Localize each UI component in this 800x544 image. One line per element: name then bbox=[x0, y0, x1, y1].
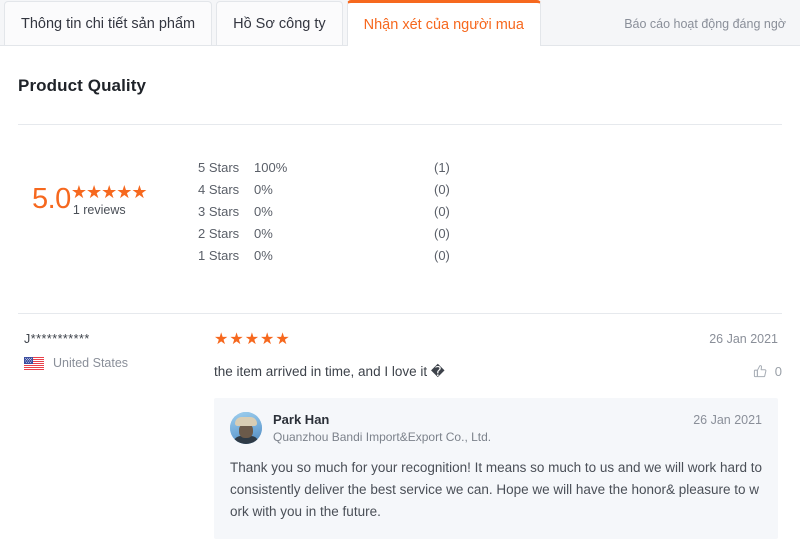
review-body: ★★★★★ 26 Jan 2021 the item arrived in ti… bbox=[214, 332, 782, 539]
us-flag-icon bbox=[24, 356, 44, 370]
overall-stars-icon: ★★★★★ bbox=[70, 182, 148, 202]
review-text: the item arrived in time, and I love it … bbox=[214, 364, 445, 379]
tab-product-details[interactable]: Thông tin chi tiết sản phẩm bbox=[4, 1, 213, 45]
tab-label: Hồ Sơ công ty bbox=[233, 15, 326, 32]
rating-stars-label: 2 Stars bbox=[198, 226, 240, 241]
rating-stars-label: 5 Stars bbox=[198, 160, 240, 175]
buyer-reviews-page: Thông tin chi tiết sản phẩm Hồ Sơ công t… bbox=[0, 0, 800, 544]
tab-buyer-reviews[interactable]: Nhận xét của người mua bbox=[346, 0, 541, 46]
score-row: 5.0 ★★★★★ 1 reviews bbox=[32, 182, 198, 217]
tab-bar: Thông tin chi tiết sản phẩm Hồ Sơ công t… bbox=[0, 0, 800, 46]
score-right: ★★★★★ 1 reviews bbox=[70, 182, 148, 217]
review-stars-icon: ★★★★★ bbox=[214, 331, 291, 348]
reviews-content: Product Quality 5.0 ★★★★★ 1 reviews 5 St… bbox=[0, 46, 800, 544]
report-suspicious-activity-link[interactable]: Báo cáo hoạt động đáng ngờ bbox=[624, 17, 800, 45]
review-like-button[interactable]: 0 bbox=[753, 364, 782, 379]
seller-identity: Park Han Quanzhou Bandi Import&Export Co… bbox=[273, 411, 491, 445]
rating-breakdown-row: 1 Stars 0% (0) bbox=[198, 245, 782, 267]
rating-stars-label: 4 Stars bbox=[198, 182, 240, 197]
seller-name: Park Han bbox=[273, 412, 330, 428]
overall-score: 5.0 bbox=[32, 183, 71, 215]
rating-percent: 0% bbox=[254, 248, 273, 263]
rating-breakdown-row: 3 Stars 0% (0) bbox=[198, 201, 782, 223]
rating-stars-label: 3 Stars bbox=[198, 204, 240, 219]
rating-count: (0) bbox=[434, 182, 450, 197]
review-header: ★★★★★ 26 Jan 2021 bbox=[214, 332, 778, 348]
rating-count: (1) bbox=[434, 160, 450, 175]
rating-percent: 100% bbox=[254, 160, 288, 175]
thumbs-up-icon bbox=[753, 365, 767, 378]
rating-breakdown-list: 5 Stars 100% (1) 4 Stars 0% (0) 3 Stars … bbox=[198, 151, 782, 267]
review-like-count: 0 bbox=[774, 364, 782, 379]
rating-breakdown-row: 4 Stars 0% (0) bbox=[198, 179, 782, 201]
rating-stars-label: 1 Stars bbox=[198, 248, 240, 263]
review-date: 26 Jan 2021 bbox=[709, 332, 778, 346]
rating-breakdown-row: 5 Stars 100% (1) bbox=[198, 157, 782, 179]
rating-count: (0) bbox=[434, 248, 450, 263]
rating-percent: 0% bbox=[254, 226, 273, 241]
seller-company: Quanzhou Bandi Import&Export Co., Ltd. bbox=[273, 429, 492, 444]
rating-count: (0) bbox=[434, 204, 450, 219]
tab-label: Nhận xét của người mua bbox=[363, 17, 524, 33]
rating-percent: 0% bbox=[254, 204, 273, 219]
tab-label: Thông tin chi tiết sản phẩm bbox=[21, 15, 196, 32]
review-item: J*********** United States ★★★★★ 26 Jan … bbox=[18, 314, 782, 544]
rating-count: (0) bbox=[434, 226, 450, 241]
reviewer-info: J*********** United States bbox=[18, 332, 214, 539]
seller-reply-text: Thank you so much for your recognition! … bbox=[230, 459, 762, 519]
seller-reply: Park Han Quanzhou Bandi Import&Export Co… bbox=[214, 398, 778, 539]
rating-breakdown-row: 2 Stars 0% (0) bbox=[198, 223, 782, 245]
reviewer-country: United States bbox=[24, 356, 214, 370]
tab-company-profile[interactable]: Hồ Sơ công ty bbox=[216, 1, 343, 45]
rating-summary: 5.0 ★★★★★ 1 reviews 5 Stars 100% (1) 4 S… bbox=[18, 125, 782, 285]
reviews-count-label: 1 reviews bbox=[72, 203, 126, 217]
page-title: Product Quality bbox=[18, 76, 147, 95]
reviewer-country-label: United States bbox=[53, 356, 129, 370]
avatar bbox=[230, 412, 262, 445]
overall-score-block: 5.0 ★★★★★ 1 reviews bbox=[18, 151, 198, 217]
rating-percent: 0% bbox=[254, 182, 273, 197]
seller-reply-date: 26 Jan 2021 bbox=[693, 413, 762, 428]
seller-reply-header: Park Han Quanzhou Bandi Import&Export Co… bbox=[230, 411, 762, 445]
reviewer-name: J*********** bbox=[24, 332, 90, 346]
